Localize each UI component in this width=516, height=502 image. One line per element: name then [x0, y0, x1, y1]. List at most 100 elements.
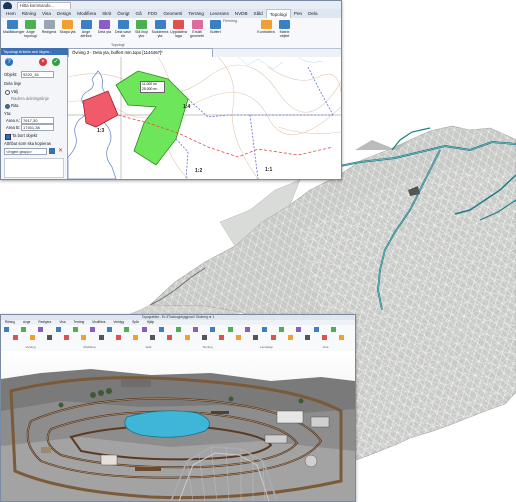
ribbon-button[interactable]: Ange attribut: [77, 20, 95, 38]
ribbon-button[interactable]: Mallåtkomger: [3, 20, 25, 34]
bottom-tool-icon[interactable]: [124, 327, 130, 332]
bottom-tool-icon[interactable]: [184, 335, 190, 340]
ribbon-tab[interactable]: Visa: [39, 9, 54, 18]
bottom-tool-icon[interactable]: [115, 335, 121, 340]
bottom-tool-icon[interactable]: [262, 327, 267, 332]
bottom-tool-icon[interactable]: [270, 335, 276, 340]
ribbon-tab[interactable]: Övrigt: [114, 9, 132, 18]
bottom-tool-icon[interactable]: [287, 335, 293, 340]
bottom-tool-icon[interactable]: [47, 335, 52, 340]
bottom-tool-icon[interactable]: [176, 327, 181, 332]
ribbon-tab[interactable]: Såld: [251, 9, 266, 18]
bottom-tool-icon[interactable]: [90, 327, 95, 332]
bottom-tool-icon[interactable]: [201, 335, 207, 340]
bottom-tool-icon[interactable]: [227, 327, 233, 332]
bottom-tool-icon[interactable]: [64, 335, 70, 340]
ribbon-tab[interactable]: Pen: [291, 9, 305, 18]
ribbon-group-label: Topologi: [111, 43, 125, 47]
bottom-tool-icon[interactable]: [141, 327, 147, 332]
parcel-label-1-1: 1:1: [265, 167, 273, 173]
ribbon-button[interactable]: Skapa yta: [59, 20, 77, 34]
ribbon-button[interactable]: Ersätt geometri: [188, 20, 206, 38]
ribbon-tab[interactable]: Hem: [3, 9, 19, 18]
ribbon-tab[interactable]: FDO: [145, 9, 161, 18]
map-canvas[interactable]: 11.000 m² 25.000 m² 1:4 1:3 1:2 1:1: [68, 57, 341, 179]
ribbon-button-icon: [25, 20, 36, 29]
ribbon-button[interactable]: Dela yta: [96, 20, 114, 34]
bottom-tool-icon[interactable]: [167, 335, 173, 340]
railway-3d-viewport[interactable]: [1, 351, 355, 501]
bottom-tool-icon[interactable]: [305, 335, 310, 340]
ribbon-tab[interactable]: Design: [54, 9, 74, 18]
bottom-tool-icon[interactable]: [4, 327, 9, 332]
ribbon-tab[interactable]: Topologi: [265, 9, 291, 18]
area-a-field[interactable]: 7617,30: [21, 117, 54, 124]
bottom-tool-icon[interactable]: [253, 335, 259, 340]
ok-icon[interactable]: ✓: [52, 58, 60, 66]
ribbon-button[interactable]: Redigera: [40, 20, 58, 34]
ribbon-tab[interactable]: Geometri: [160, 9, 185, 18]
radio-rita[interactable]: [5, 104, 10, 109]
area-b-field[interactable]: 17401,38: [21, 124, 54, 131]
bottom-group-label: Spår: [145, 345, 152, 349]
bottom-tool-icon[interactable]: [72, 327, 78, 332]
bottom-tool-icon[interactable]: [322, 335, 328, 340]
bottom-tool-icon[interactable]: [296, 327, 302, 332]
bottom-tool-icon[interactable]: [193, 327, 199, 332]
dialog-empty-area: [4, 158, 64, 178]
topology-app-window: Hitta kommando... Hem Ritning Visa Design Mo…: [0, 0, 342, 180]
ribbon-tab[interactable]: Leverans: [207, 9, 232, 18]
dela-linje-label: Dela linje: [4, 81, 22, 86]
bottom-tool-icon[interactable]: [313, 327, 319, 332]
option-valj-label: Välj: [11, 89, 18, 94]
bottom-tool-icon[interactable]: [21, 327, 27, 332]
ribbon-button[interactable]: Matrix objekt: [276, 20, 294, 38]
ribbon-tab[interactable]: Ritning: [19, 9, 39, 18]
bottom-tool-icon[interactable]: [158, 327, 164, 332]
bottom-tool-icon[interactable]: [29, 335, 35, 340]
bottom-tool-icon[interactable]: [38, 327, 44, 332]
bottom-tool-icon[interactable]: [133, 335, 138, 340]
ribbon-button[interactable]: Sudderera yta: [151, 20, 169, 38]
bottom-tool-icon[interactable]: [150, 335, 156, 340]
bottom-group-label: Visa: [322, 345, 329, 349]
bottom-tool-icon[interactable]: [107, 327, 113, 332]
help-icon[interactable]: ?: [5, 58, 13, 66]
objekt-field[interactable]: 9220_16: [21, 71, 54, 78]
bottom-tool-icon[interactable]: [98, 335, 104, 340]
bottom-tool-icon[interactable]: [244, 327, 250, 332]
bottom-tool-icon[interactable]: [81, 335, 87, 340]
attribut-select[interactable]: <Ingen grupp>: [4, 148, 47, 155]
ribbon-tab[interactable]: Dela: [305, 9, 320, 18]
bottom-tool-icon[interactable]: [330, 327, 336, 332]
radio-valj[interactable]: [5, 90, 10, 95]
bottom-tool-icon[interactable]: [339, 335, 345, 340]
ribbon-button[interactable]: Buffert: [207, 20, 225, 34]
bottom-group-label: Verktyg: [25, 345, 36, 349]
ribbon-button[interactable]: Uppdatera laga: [170, 20, 188, 38]
cancel-icon[interactable]: ×: [39, 58, 47, 66]
ribbon-button-label: Kontrollera: [257, 30, 275, 34]
delete-icon[interactable]: ✕: [58, 148, 64, 154]
ribbon-button-label: Ersätt geometri: [190, 30, 204, 38]
ribbon-button[interactable]: Slå ihop ytor: [133, 20, 151, 38]
area-a-label: Area A:: [6, 118, 20, 123]
bottom-tool-icon[interactable]: [55, 327, 61, 332]
bottom-tool-icon[interactable]: [236, 335, 242, 340]
ribbon-tab[interactable]: NVDB: [232, 9, 251, 18]
bottom-tool-icon[interactable]: [210, 327, 216, 332]
bottom-tool-icon[interactable]: [12, 335, 18, 340]
save-icon[interactable]: [49, 148, 55, 154]
bottom-tool-icon[interactable]: [279, 327, 285, 332]
bottom-tool-icon[interactable]: [219, 335, 224, 340]
ribbon-button[interactable]: Dela vase rör: [114, 20, 132, 38]
ribbon-tab[interactable]: Skrit: [99, 9, 114, 18]
ribbon-button[interactable]: Ange topologi: [22, 20, 40, 38]
ribbon-button[interactable]: Kontrollera: [257, 20, 275, 34]
bottom-group-label: Terräng: [202, 345, 213, 349]
ribbon-tab[interactable]: Gå: [133, 9, 145, 18]
ribbon-tab[interactable]: Modifiera: [74, 9, 99, 18]
ribbon-button-label: Sudderera yta: [151, 30, 169, 38]
remove-object-checkbox[interactable]: [5, 134, 11, 140]
ribbon-tab[interactable]: Terräng: [185, 9, 207, 18]
